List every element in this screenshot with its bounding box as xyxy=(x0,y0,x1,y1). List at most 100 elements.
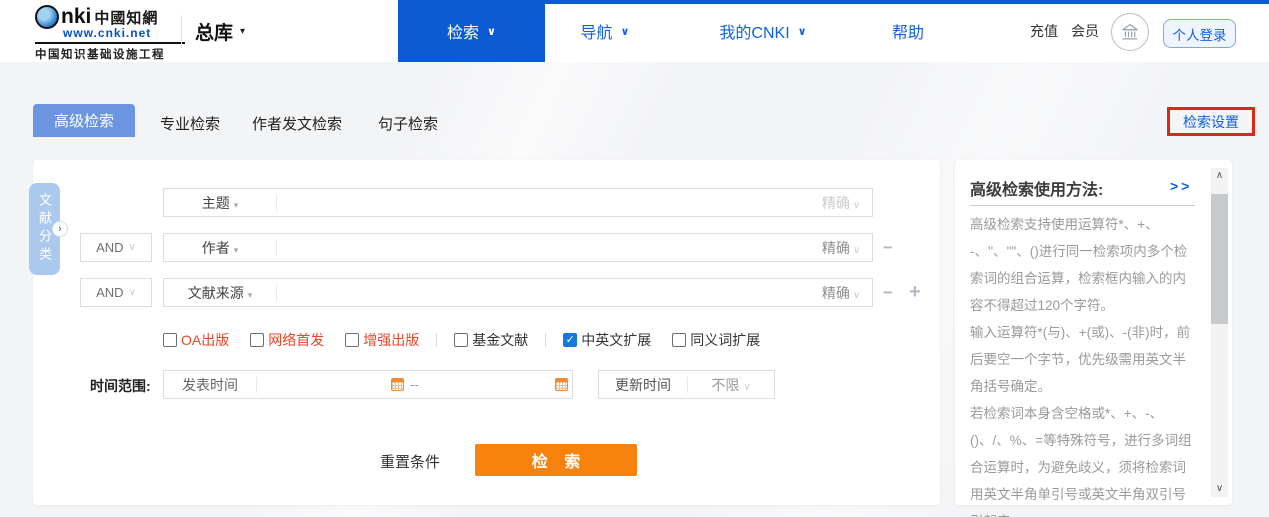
checkbox-icon xyxy=(345,333,359,347)
update-time-label: 更新时间 xyxy=(599,375,687,395)
tab-advanced-search[interactable]: 高级检索 xyxy=(33,104,135,137)
checkbox-funded-literature[interactable]: 基金文献 xyxy=(454,330,528,350)
checkbox-label: 网络首发 xyxy=(268,330,324,350)
chevron-down-icon: ∨ xyxy=(853,200,860,211)
field-selector[interactable]: 主题 ▾ xyxy=(164,193,276,213)
member-link[interactable]: 会员 xyxy=(1071,0,1099,62)
remove-row-button[interactable]: − xyxy=(883,240,893,256)
field-selector[interactable]: 作者▾ xyxy=(164,238,276,258)
update-time-selector[interactable]: 不限 ∨ xyxy=(688,375,774,395)
date-range-dash: -- xyxy=(410,377,419,392)
divider xyxy=(436,333,437,347)
publish-time-label: 发表时间 xyxy=(164,375,256,395)
scroll-down-icon[interactable]: ∨ xyxy=(1211,481,1228,497)
source-search-input[interactable] xyxy=(277,280,810,305)
remove-row-button[interactable]: − xyxy=(883,285,893,301)
chevron-down-icon: ∨ xyxy=(621,25,630,38)
chevron-down-icon: ∨ xyxy=(129,242,136,253)
checkbox-icon xyxy=(163,333,177,347)
nav-item-my-cnki[interactable]: 我的CNKI ∨ xyxy=(695,0,831,62)
operator-label: AND xyxy=(96,240,123,255)
logo-cn-name: 中國知網 xyxy=(94,7,158,28)
checkbox-checked-icon: ✓ xyxy=(563,333,577,347)
operator-selector[interactable]: AND ∨ xyxy=(80,278,152,307)
document-category-tab[interactable]: 文献分类 › xyxy=(29,183,60,275)
reset-conditions-link[interactable]: 重置条件 xyxy=(380,451,440,472)
help-scrollbar[interactable]: ∧ ∨ xyxy=(1211,168,1228,497)
publish-time-box: 发表时间 -- xyxy=(163,370,573,399)
add-row-button[interactable]: + xyxy=(909,284,921,300)
match-mode-label: 精确 xyxy=(822,240,850,256)
field-selector-label: 作者 xyxy=(202,240,230,256)
search-settings-link[interactable]: 检索设置 xyxy=(1167,107,1255,136)
checkbox-label: 基金文献 xyxy=(472,330,528,350)
author-search-input[interactable] xyxy=(277,235,810,260)
content-area: 高级检索 专业检索 作者发文检索 句子检索 检索设置 文献分类 › 主题 ▾ 精确… xyxy=(0,62,1269,517)
caret-down-icon: ▾ xyxy=(248,290,253,300)
checkbox-icon xyxy=(454,333,468,347)
update-time-value: 不限 xyxy=(711,377,739,393)
operator-selector[interactable]: AND ∨ xyxy=(80,233,152,262)
match-mode-selector[interactable]: 精确∨ xyxy=(810,193,872,213)
caret-down-icon: ▾ xyxy=(234,200,239,210)
checkbox-online-first[interactable]: 网络首发 xyxy=(250,330,324,350)
help-more-link[interactable]: >> xyxy=(1170,178,1192,194)
help-paragraph: 高级检索支持使用运算符*、+、-、''、""、()进行同一检索项内多个检索词的组… xyxy=(970,211,1198,319)
scroll-up-icon[interactable]: ∧ xyxy=(1211,168,1228,184)
publish-date-from-input[interactable] xyxy=(257,372,387,397)
home-button[interactable] xyxy=(1111,13,1149,51)
chevron-down-icon: ∨ xyxy=(129,287,136,298)
nav-item-help[interactable]: 帮助 xyxy=(877,0,939,62)
search-row-author: 作者▾ 精确∨ xyxy=(163,233,873,262)
time-range-label: 时间范围: xyxy=(90,376,151,396)
logo-nki-text: nki xyxy=(61,6,91,28)
chevron-down-icon: ∨ xyxy=(798,25,807,38)
header: nki 中國知網 www.cnki.net 中国知识基础设施工程 总库 ▾ 检索… xyxy=(0,0,1269,62)
checkbox-synonym-extension[interactable]: 同义词扩展 xyxy=(672,330,760,350)
divider xyxy=(545,333,546,347)
chevron-down-icon: ∨ xyxy=(487,25,496,38)
search-form-panel: 文献分类 › 主题▾ 精确∨ AND ∨ 作者▾ xyxy=(33,160,940,505)
database-selector[interactable]: 总库 ▾ xyxy=(195,0,245,62)
calendar-icon[interactable] xyxy=(391,378,404,391)
search-button[interactable]: 检 索 xyxy=(475,444,637,476)
nav-item-label: 我的CNKI xyxy=(719,19,789,43)
tab-sentence-search[interactable]: 句子检索 xyxy=(378,113,438,134)
nav-item-label: 检索 xyxy=(447,19,479,43)
tab-author-search[interactable]: 作者发文检索 xyxy=(252,113,342,134)
nav-item-label: 导航 xyxy=(581,19,613,43)
help-panel: 高级检索使用方法: >> 高级检索支持使用运算符*、+、-、''、""、()进行… xyxy=(955,160,1232,505)
nav-item-search[interactable]: 检索 ∨ xyxy=(398,0,545,62)
recharge-link[interactable]: 充值 xyxy=(1030,0,1058,62)
nav-item-label: 帮助 xyxy=(892,19,924,43)
checkbox-oa-publish[interactable]: OA出版 xyxy=(163,330,229,350)
checkbox-label: 同义词扩展 xyxy=(690,330,760,350)
tab-professional-search[interactable]: 专业检索 xyxy=(160,113,220,134)
field-selector-label: 主题 xyxy=(202,195,230,211)
topic-search-input[interactable] xyxy=(277,190,810,215)
checkbox-icon xyxy=(672,333,686,347)
divider xyxy=(970,205,1195,206)
chevron-down-icon: ∨ xyxy=(853,245,860,256)
update-time-box: 更新时间 不限 ∨ xyxy=(598,370,775,399)
nav-item-navigation[interactable]: 导航 ∨ xyxy=(557,0,653,62)
calendar-icon[interactable] xyxy=(555,378,568,391)
chevron-down-icon: ∨ xyxy=(743,382,750,393)
checkbox-enhanced-publish[interactable]: 增强出版 xyxy=(345,330,419,350)
field-selector[interactable]: 文献来源▾ xyxy=(164,283,276,303)
checkbox-cn-en-extension[interactable]: ✓ 中英文扩展 xyxy=(563,330,651,350)
publish-date-to-input[interactable] xyxy=(421,372,551,397)
cnki-advanced-search-page: nki 中國知網 www.cnki.net 中国知识基础设施工程 总库 ▾ 检索… xyxy=(0,0,1269,517)
scrollbar-thumb[interactable] xyxy=(1211,194,1228,324)
match-mode-selector[interactable]: 精确∨ xyxy=(810,283,872,303)
caret-down-icon: ▾ xyxy=(240,26,245,37)
help-paragraph: 若检索词本身含空格或*、+、-、()、/、%、=等特殊符号，进行多词组合运算时，… xyxy=(970,400,1198,517)
bank-building-icon xyxy=(1119,21,1141,43)
checkbox-icon xyxy=(250,333,264,347)
operator-label: AND xyxy=(96,285,123,300)
checkbox-label: 增强出版 xyxy=(363,330,419,350)
cnki-logo[interactable]: nki 中國知網 www.cnki.net 中国知识基础设施工程 xyxy=(35,5,185,62)
match-mode-selector[interactable]: 精确∨ xyxy=(810,238,872,258)
globe-icon xyxy=(35,5,59,29)
personal-login-button[interactable]: 个人登录 xyxy=(1163,19,1236,48)
